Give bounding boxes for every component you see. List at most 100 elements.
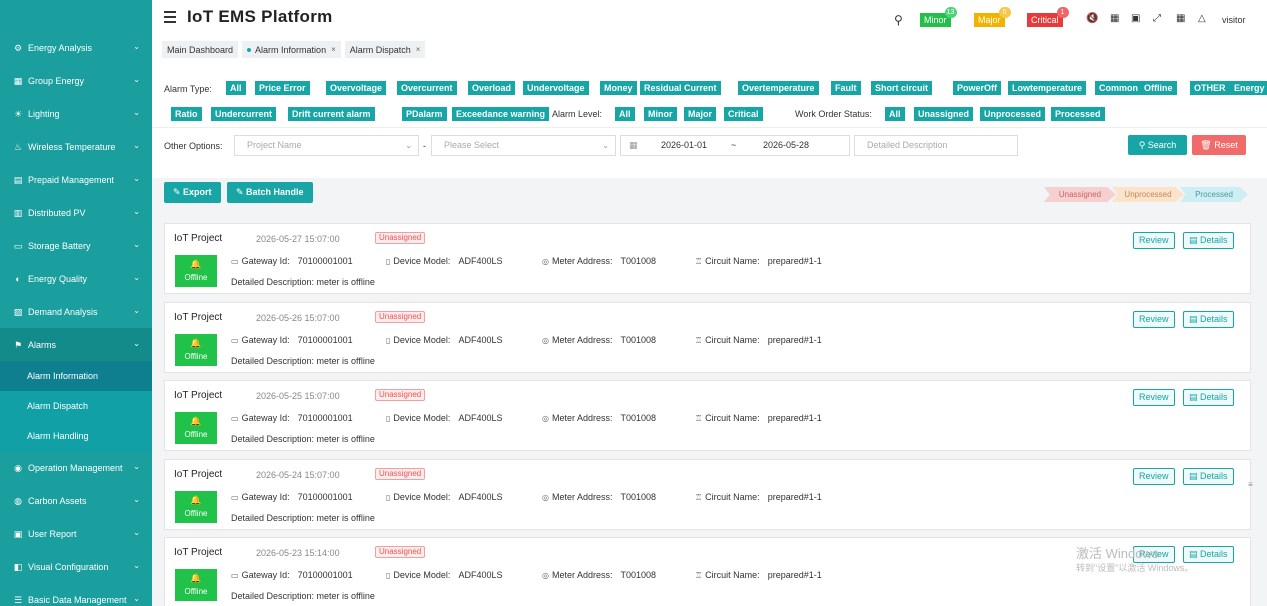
review-button[interactable]: Review xyxy=(1133,310,1175,328)
fullscreen-icon[interactable]: ⤢ xyxy=(1153,13,1161,24)
filter-chip-residual-current[interactable]: Residual Current xyxy=(640,81,721,95)
tab-alarm-information[interactable]: Alarm Information × xyxy=(242,41,341,58)
circuit-icon: ♖ xyxy=(695,414,703,423)
filter-chip-offline[interactable]: Offline xyxy=(1140,81,1177,95)
sidebar-item-visual-configuration[interactable]: ◧ Visual Configuration ⌄ xyxy=(0,550,152,583)
batch-handle-button[interactable]: ✎ Batch Handle xyxy=(227,182,313,203)
sidebar-item-prepaid-management[interactable]: ▤ Prepaid Management ⌄ xyxy=(0,163,152,196)
review-button[interactable]: Review xyxy=(1133,389,1175,406)
sidebar-item-group-energy[interactable]: ▦ Group Energy ⌄ xyxy=(0,64,152,97)
search-button[interactable]: ⚲ Search xyxy=(1128,135,1187,155)
sidebar-item-user-report[interactable]: ▣ User Report ⌄ xyxy=(0,517,152,550)
filter-chip-lowtemperature[interactable]: Lowtemperature xyxy=(1008,81,1087,95)
filter-chip-undercurrent[interactable]: Undercurrent xyxy=(211,107,277,121)
tab-alarm-dispatch[interactable]: Alarm Dispatch × xyxy=(344,41,426,58)
filter-chip-processed[interactable]: Processed xyxy=(1051,107,1105,121)
date-to[interactable]: 2026-05-28 xyxy=(763,136,809,155)
filter-chip-money[interactable]: Money xyxy=(600,81,637,95)
review-button[interactable]: Review xyxy=(1133,232,1175,249)
filter-chip-short-circuit[interactable]: Short circuit xyxy=(871,81,933,95)
filter-chip-unprocessed[interactable]: Unprocessed xyxy=(980,107,1046,121)
export-button[interactable]: ✎ Export xyxy=(164,182,221,203)
date-from[interactable]: 2026-01-01 xyxy=(661,136,707,155)
filter-chip-fault[interactable]: Fault xyxy=(831,81,861,95)
sidebar-item-distributed-pv[interactable]: ▥ Distributed PV ⌄ xyxy=(0,196,152,229)
filter-chip-overtemperature[interactable]: Overtemperature xyxy=(738,81,819,95)
critical-level-button[interactable]: Critical 1 xyxy=(1027,7,1069,27)
watermark-line1: 激活 Windows xyxy=(1076,546,1159,561)
drag-handle-icon[interactable]: ≡ xyxy=(1248,480,1253,489)
gateway-value: 70100001001 xyxy=(297,491,353,502)
details-button[interactable]: ▤ Details xyxy=(1183,467,1234,485)
filter-chip-exceedance-warning[interactable]: Exceedance warning xyxy=(452,107,550,121)
screen-icon[interactable]: ▣ xyxy=(1131,13,1140,24)
sidebar-item-operation-management[interactable]: ◉ Operation Management ⌄ xyxy=(0,451,152,484)
gateway-icon: ▭ xyxy=(231,257,239,266)
close-icon[interactable]: × xyxy=(331,45,336,54)
filter-chip-undervoltage[interactable]: Undervoltage xyxy=(523,81,589,95)
filter-chip-major[interactable]: Major xyxy=(684,107,717,121)
date-range-picker[interactable]: ▦ 2026-01-01 ~ 2026-05-28 xyxy=(620,135,850,156)
sidebar-subitem-alarm-information[interactable]: Alarm Information xyxy=(0,361,152,391)
filter-chip-overcurrent[interactable]: Overcurrent xyxy=(397,81,457,95)
filter-chip-poweroff[interactable]: PowerOff xyxy=(953,81,1002,95)
description-input[interactable]: Detailed Description xyxy=(854,135,1018,156)
date-separator: ~ xyxy=(731,140,737,150)
close-icon[interactable]: × xyxy=(416,45,421,54)
user-name[interactable]: visitor xyxy=(1222,15,1246,25)
device-select[interactable]: Please Select ⌄ xyxy=(431,135,616,156)
filter-chip-all[interactable]: All xyxy=(885,107,905,121)
sidebar-item-lighting[interactable]: ☀ Lighting ⌄ xyxy=(0,97,152,130)
filter-chip-overvoltage[interactable]: Overvoltage xyxy=(326,81,387,95)
sidebar-item-demand-analysis[interactable]: ▨ Demand Analysis ⌄ xyxy=(0,295,152,328)
sidebar-subitem-alarm-handling[interactable]: Alarm Handling xyxy=(0,421,152,451)
filter-chip-critical[interactable]: Critical xyxy=(724,107,763,121)
bell-icon: 🔔 xyxy=(190,494,202,505)
filter-chip-energy[interactable]: Energy xyxy=(1230,81,1267,95)
filter-chip-drift-current-alarm[interactable]: Drift current alarm xyxy=(288,107,375,121)
gateway-label: Gateway Id: xyxy=(241,256,290,266)
search-icon[interactable]: ⚲ xyxy=(894,13,903,27)
details-button[interactable]: ▤ Details xyxy=(1183,232,1234,249)
sidebar-item-storage-battery[interactable]: ▭ Storage Battery ⌄ xyxy=(0,229,152,262)
details-button[interactable]: ▤ Details xyxy=(1183,389,1234,406)
circuit-value: prepared#1-1 xyxy=(767,413,822,423)
shirt-icon[interactable]: △ xyxy=(1198,13,1206,24)
sidebar-item-carbon-assets[interactable]: ◍ Carbon Assets ⌄ xyxy=(0,484,152,517)
filter-chip-ratio[interactable]: Ratio xyxy=(171,107,202,121)
filter-chip-price-error[interactable]: Price Error xyxy=(255,81,310,95)
menu-toggle-icon[interactable] xyxy=(164,11,176,23)
chevron-down-icon: ⌄ xyxy=(405,141,412,150)
project-name-select[interactable]: Project Name ⌄ xyxy=(234,135,419,156)
sidebar-item-alarms[interactable]: ⚑ Alarms ⌄ xyxy=(0,328,152,361)
filter-chip-overload[interactable]: Overload xyxy=(468,81,516,95)
legend-processed: Processed xyxy=(1180,187,1248,202)
major-level-button[interactable]: Major 0 xyxy=(974,7,1011,27)
translate-icon[interactable]: ▦ xyxy=(1176,13,1185,24)
filter-chip-minor[interactable]: Minor xyxy=(644,107,677,121)
filter-chip-other[interactable]: OTHER xyxy=(1190,81,1230,95)
details-label: Details xyxy=(1200,235,1228,245)
sidebar-item-wireless-temperature[interactable]: ♨ Wireless Temperature ⌄ xyxy=(0,130,152,163)
meter-icon: ◎ xyxy=(542,492,549,502)
sidebar-item-energy-quality[interactable]: ◐ Energy Quality ⌄ xyxy=(0,262,152,295)
sidebar-item-energy-analysis[interactable]: ⚙ Energy Analysis ⌄ xyxy=(0,31,152,64)
sidebar-item-basic-data-management[interactable]: ☰ Basic Data Management ⌄ xyxy=(0,583,152,606)
details-button[interactable]: ▤ Details xyxy=(1183,310,1234,328)
meter-icon: ◎ xyxy=(542,571,549,580)
filter-chip-unassigned[interactable]: Unassigned xyxy=(914,107,974,121)
grid-icon[interactable]: ▦ xyxy=(1110,13,1119,24)
filter-chip-all[interactable]: All xyxy=(615,107,635,121)
circuit-value: prepared#1-1 xyxy=(767,334,822,345)
filter-chip-all[interactable]: All xyxy=(226,81,246,95)
minor-level-button[interactable]: Minor 13 xyxy=(920,7,957,27)
app-root: ⚙ Energy Analysis ⌄ ▦ Group Energy ⌄ ☀ Lighting… xyxy=(0,0,1267,606)
meter-label: Meter Address: xyxy=(551,570,613,580)
reset-button[interactable]: 🗑 Reset xyxy=(1192,135,1246,155)
sidebar-subitem-alarm-dispatch[interactable]: Alarm Dispatch xyxy=(0,391,152,421)
filter-chip-common[interactable]: Common xyxy=(1095,81,1142,95)
review-button[interactable]: Review xyxy=(1133,467,1175,485)
mute-icon[interactable]: 🔇 xyxy=(1086,13,1098,24)
filter-chip-pdalarm[interactable]: PDalarm xyxy=(402,107,447,121)
tab-main-dashboard[interactable]: Main Dashboard xyxy=(162,41,239,58)
